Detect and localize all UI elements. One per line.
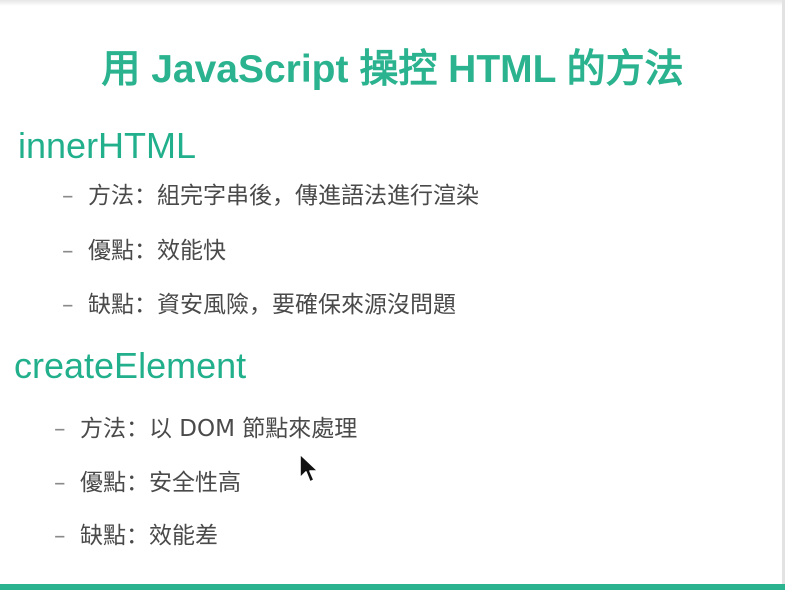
bottom-accent-bar: [0, 584, 785, 590]
bullet-text: 優點：安全性高: [80, 470, 241, 496]
bullet-dash: –: [54, 470, 66, 496]
bullet-innerhtml-method: – 方法：組完字串後，傳進語法進行渲染: [62, 180, 479, 212]
bullet-innerhtml-con: – 缺點：資安風險，要確保來源沒問題: [62, 289, 456, 321]
slide-title: 用 JavaScript 操控 HTML 的方法: [101, 48, 684, 91]
section-heading-createelement: createElement: [14, 345, 247, 386]
bullet-text: 缺點：資安風險，要確保來源沒問題: [88, 292, 456, 318]
slide: 用 JavaScript 操控 HTML 的方法 innerHTML – 方法：組…: [0, 0, 785, 590]
top-shadow: [0, 0, 785, 6]
bullet-innerhtml-pro: – 優點：效能快: [62, 235, 226, 267]
bullet-text: 方法：組完字串後，傳進語法進行渲染: [88, 183, 479, 209]
bullet-text: 方法：以 DOM 節點來處理: [80, 416, 358, 442]
bullet-dash: –: [62, 183, 74, 209]
bullet-createelement-con: – 缺點：效能差: [54, 520, 218, 552]
bullet-text: 優點：效能快: [88, 238, 226, 264]
bullet-createelement-method: – 方法：以 DOM 節點來處理: [54, 413, 357, 445]
section-heading-innerhtml: innerHTML: [18, 125, 197, 166]
bullet-dash: –: [54, 523, 66, 549]
mouse-pointer-icon: [299, 453, 319, 483]
bullet-text: 缺點：效能差: [80, 523, 218, 549]
bullet-dash: –: [62, 238, 74, 264]
bullet-createelement-pro: – 優點：安全性高: [54, 467, 241, 499]
bullet-dash: –: [62, 292, 74, 318]
bullet-dash: –: [54, 416, 66, 442]
